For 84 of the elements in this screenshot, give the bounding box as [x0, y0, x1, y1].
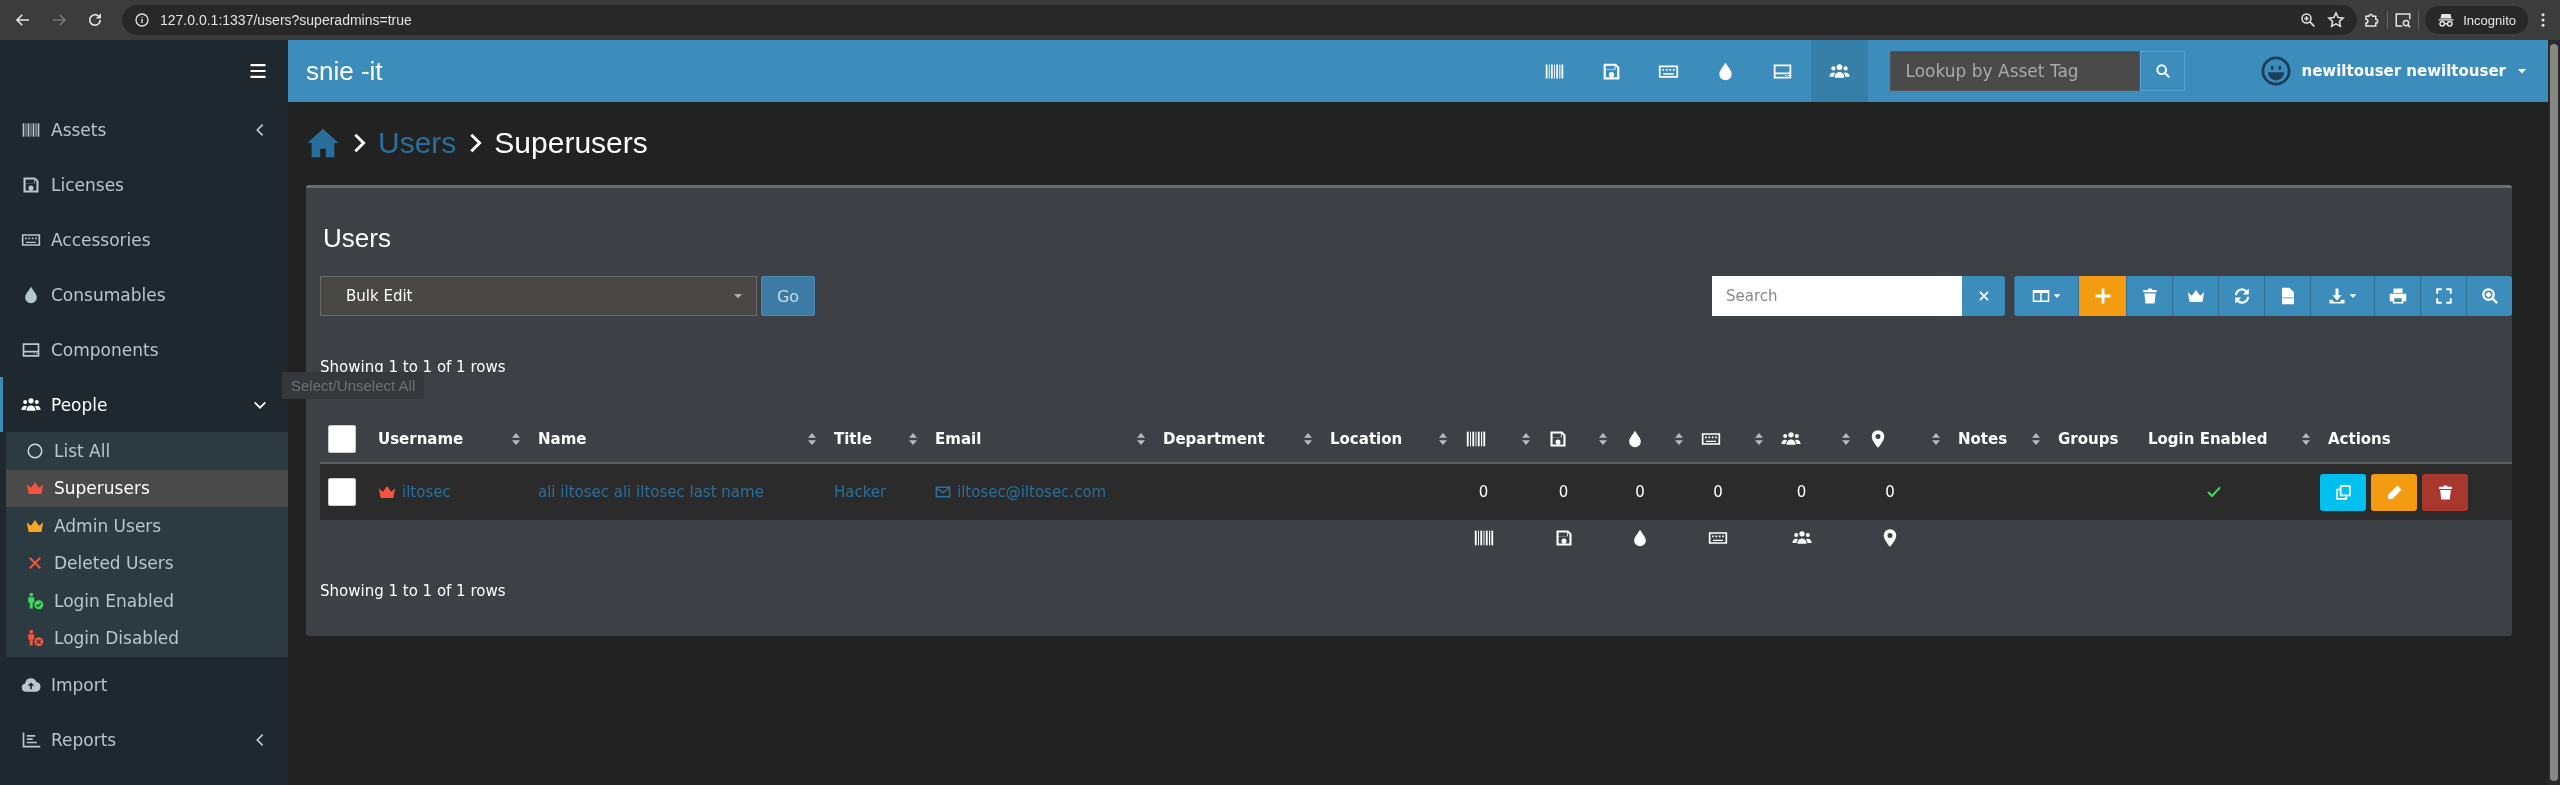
envelope-icon — [935, 484, 951, 500]
info-icon[interactable] — [134, 12, 150, 28]
home-link[interactable] — [306, 126, 340, 160]
column-header[interactable]: Name — [538, 430, 587, 448]
sidebar-item[interactable]: Licenses — [0, 157, 288, 212]
column-header[interactable]: Username — [378, 430, 464, 448]
toolbar-button[interactable] — [2218, 276, 2264, 316]
menu-icon[interactable] — [248, 61, 268, 81]
pencil-icon — [2385, 483, 2403, 501]
count-text: 0 — [1478, 483, 1489, 501]
nav-button[interactable] — [1811, 40, 1869, 102]
trash-icon — [2140, 287, 2159, 305]
copy-icon — [2334, 483, 2352, 501]
submenu-item[interactable]: Deleted Users — [6, 544, 288, 582]
submenu-item[interactable]: Login Enabled — [6, 582, 288, 620]
home-icon — [306, 126, 340, 160]
breadcrumb-current: Superusers — [494, 126, 648, 160]
toolbar-button[interactable] — [2374, 276, 2420, 316]
bulk-action-select[interactable]: Bulk Edit — [320, 276, 757, 316]
panel-title: Users — [323, 223, 392, 254]
cross-icon — [1976, 289, 1991, 303]
column-header[interactable]: Notes — [1958, 430, 2008, 448]
submenu-item[interactable]: Superusers — [6, 469, 288, 507]
search-field[interactable]: Search — [1712, 276, 1962, 316]
back-arrow-icon[interactable] — [14, 11, 32, 29]
count-text: 0 — [1713, 483, 1723, 501]
toolbar-button[interactable] — [2420, 276, 2466, 316]
reload-icon[interactable] — [86, 11, 104, 29]
column-header[interactable]: Groups — [2058, 430, 2119, 448]
search-icon — [2155, 63, 2171, 79]
brand-name[interactable]: snie -it — [306, 55, 1527, 87]
submenu-item[interactable]: Login Disabled — [6, 619, 288, 657]
lookup-field[interactable]: Lookup by Asset Tag — [1890, 51, 2141, 91]
toolbar-button[interactable] — [2078, 276, 2126, 316]
title-text: Hacker — [834, 483, 887, 501]
submenu-item[interactable]: Admin Users — [6, 507, 288, 545]
toolbar-button[interactable] — [2264, 276, 2310, 316]
column-header[interactable]: Department — [1163, 430, 1265, 448]
clone-button[interactable] — [2320, 473, 2366, 511]
toolbar-button[interactable] — [2310, 276, 2374, 316]
caret-icon — [2347, 291, 2358, 301]
profile-chip[interactable]: Incognito — [2425, 6, 2528, 34]
sidebar-item[interactable]: Assets — [0, 102, 288, 157]
trash-icon — [2436, 483, 2454, 501]
sidebar-item[interactable]: Import — [0, 657, 288, 712]
tooltip: Select/Unselect All — [282, 372, 425, 399]
column-header[interactable]: Email — [935, 430, 982, 448]
caret-icon — [2051, 291, 2062, 301]
incognito-icon — [2437, 11, 2456, 29]
tab-search-icon[interactable] — [2394, 11, 2413, 29]
scrollbar-thumb[interactable] — [2550, 44, 2558, 781]
printer-icon — [2388, 287, 2407, 305]
fullscreen-icon — [2434, 287, 2453, 305]
url-text[interactable]: 127.0.0.1:1337/users?superadmins=true — [160, 12, 412, 28]
toolbar-button[interactable] — [2126, 276, 2172, 316]
edit-button[interactable] — [2371, 473, 2417, 511]
count-text: 0 — [1796, 483, 1807, 501]
refresh-icon — [2232, 287, 2251, 305]
toolbar-button[interactable] — [2172, 276, 2218, 316]
toolbar-button[interactable] — [2014, 276, 2078, 316]
toolbar-button[interactable] — [2466, 276, 2512, 316]
row-summary: Showing 1 to 1 of 1 rows — [320, 582, 507, 600]
download-icon — [2327, 287, 2346, 305]
column-header[interactable]: Title — [834, 430, 872, 448]
user-menu[interactable]: newiltouser newiltouser — [2255, 55, 2534, 87]
sidebar-item[interactable]: Accessories — [0, 212, 288, 267]
column-header[interactable]: Location — [1330, 430, 1403, 448]
select-all-checkbox[interactable] — [328, 425, 356, 453]
delete-button[interactable] — [2422, 473, 2468, 511]
zoom-in-icon — [2480, 287, 2499, 305]
sidebar-item[interactable]: Consumables — [0, 267, 288, 322]
smiley-avatar-icon — [2261, 56, 2292, 86]
search-button[interactable] — [2140, 51, 2186, 91]
count-text: 0 — [1635, 483, 1645, 501]
star-icon[interactable] — [2327, 11, 2346, 29]
sidebar-item[interactable]: Reports — [0, 712, 288, 767]
columns-icon — [2031, 287, 2050, 305]
zoom-icon[interactable] — [2299, 11, 2318, 29]
column-header[interactable]: Login Enabled — [2148, 430, 2268, 448]
count-text: 0 — [1885, 483, 1895, 501]
column-header[interactable]: Actions — [2328, 430, 2391, 448]
submenu-item[interactable]: List All — [6, 432, 288, 470]
count-text: 0 — [1558, 483, 1569, 501]
row-checkbox[interactable] — [328, 478, 356, 506]
